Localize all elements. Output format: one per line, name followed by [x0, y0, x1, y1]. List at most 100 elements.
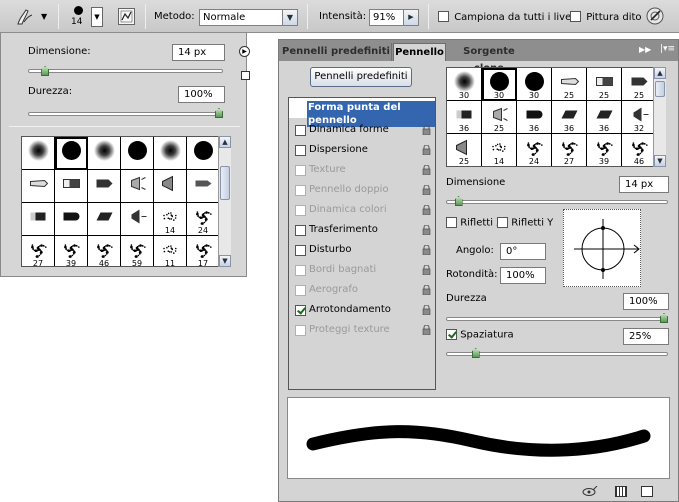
slider-popup-arrow-icon[interactable]: ▶ — [403, 10, 418, 25]
intensita-field[interactable]: 91% ▶ — [369, 9, 419, 26]
brush-option-checkbox[interactable] — [295, 125, 306, 136]
panel-brush-cell[interactable]: 39 — [587, 134, 622, 166]
pittura-dito-checkbox[interactable]: Pittura dito — [570, 11, 642, 23]
panel-brush-cell[interactable]: 25 — [587, 68, 622, 101]
panel-brush-cell[interactable]: 24 — [517, 134, 552, 166]
chevron-down-icon[interactable]: ▼ — [282, 10, 297, 25]
scroll-thumb[interactable] — [655, 81, 665, 97]
spaziatura-checkbox[interactable]: Spaziatura — [446, 329, 514, 342]
picker-dimensione-field[interactable]: 14 px — [172, 44, 225, 61]
new-preset-icon[interactable] — [241, 71, 250, 80]
panel-brush-cell[interactable]: 36 — [517, 101, 552, 134]
picker-dimensione-slider-thumb[interactable] — [41, 66, 50, 76]
new-brush-icon[interactable] — [641, 486, 653, 497]
pittura-dito-check-box[interactable] — [570, 11, 581, 22]
picker-brush-cell[interactable] — [55, 170, 88, 203]
lock-icon[interactable] — [422, 205, 431, 215]
durezza-field[interactable]: 100% — [623, 293, 669, 310]
brush-option-checkbox[interactable] — [295, 225, 306, 236]
rifletti-y-check-box[interactable] — [497, 217, 508, 228]
panel-brush-cell[interactable]: 36 — [552, 101, 587, 134]
picker-brush-cell[interactable] — [22, 170, 55, 203]
brush-option-item[interactable]: Dinamica forme — [289, 120, 435, 140]
scroll-down-icon[interactable]: ▼ — [654, 155, 666, 167]
angle-roundness-widget[interactable] — [563, 209, 641, 287]
lock-icon[interactable] — [422, 325, 431, 335]
picker-brush-cell[interactable]: 46 — [88, 236, 121, 266]
brush-option-checkbox[interactable] — [295, 205, 306, 216]
picker-menu-button[interactable]: ▶ — [239, 46, 250, 57]
rifletti-y-checkbox[interactable]: Rifletti Y — [497, 217, 553, 230]
brush-option-checkbox[interactable] — [295, 165, 306, 176]
picker-brush-cell[interactable] — [187, 170, 218, 203]
smudge-tool-icon[interactable] — [14, 7, 36, 27]
tool-preset-dropdown-icon[interactable]: ▼ — [41, 12, 47, 21]
brush-option-checkbox[interactable] — [295, 185, 306, 196]
brush-option-checkbox[interactable] — [295, 325, 306, 336]
scroll-up-icon[interactable]: ▲ — [219, 136, 231, 148]
panel-brush-cell[interactable]: 30 — [447, 68, 482, 101]
brush-option-item[interactable]: Aerografo — [289, 280, 435, 300]
picker-dimensione-slider[interactable] — [28, 69, 223, 73]
picker-brush-cell[interactable] — [22, 137, 55, 170]
brush-option-checkbox[interactable] — [295, 145, 306, 156]
panel-brush-cell[interactable]: 30 — [482, 68, 517, 101]
lock-icon[interactable] — [422, 165, 431, 175]
scroll-up-icon[interactable]: ▲ — [654, 67, 666, 79]
scroll-down-icon[interactable]: ▼ — [219, 255, 231, 267]
collapse-panel-icon[interactable]: ▶▶ — [639, 45, 651, 54]
picker-durezza-field[interactable]: 100% — [178, 86, 225, 103]
lock-icon[interactable] — [422, 265, 431, 275]
durezza-slider[interactable] — [446, 317, 668, 321]
brush-option-item[interactable]: Texture — [289, 160, 435, 180]
panel-brush-cell[interactable]: 25 — [622, 68, 653, 101]
campiona-checkbox[interactable]: Campiona da tutti i livelli — [438, 11, 580, 23]
picker-brush-cell[interactable] — [121, 203, 154, 236]
panel-brush-cell[interactable]: 14 — [482, 134, 517, 166]
lock-icon[interactable] — [422, 185, 431, 195]
picker-brush-cell[interactable] — [187, 137, 218, 170]
brush-option-item[interactable]: Arrotondamento — [289, 300, 435, 320]
picker-brush-cell[interactable] — [88, 170, 121, 203]
pressure-icon[interactable] — [645, 6, 665, 26]
picker-brush-cell[interactable] — [88, 137, 121, 170]
brush-tip-scrollbar[interactable]: ▲ ▼ — [653, 67, 666, 167]
dimensione-field[interactable]: 14 px — [619, 176, 669, 193]
rotondita-field[interactable]: 100% — [500, 267, 546, 284]
spaziatura-field[interactable]: 25% — [623, 328, 669, 345]
scroll-thumb[interactable] — [220, 166, 230, 200]
dimensione-slider[interactable] — [446, 200, 668, 204]
picker-brush-cell[interactable]: 17 — [187, 236, 218, 266]
picker-brush-cell[interactable]: 27 — [22, 236, 55, 266]
picker-brush-cell[interactable] — [55, 137, 88, 170]
brush-option-item[interactable]: Dispersione — [289, 140, 435, 160]
tab-sorgente-clone[interactable]: Sorgente clone — [447, 43, 531, 74]
pennelli-predefiniti-button[interactable]: Pennelli predefiniti — [310, 67, 412, 87]
brush-option-item[interactable]: Bordi bagnati — [289, 260, 435, 280]
panel-brush-cell[interactable]: 32 — [622, 101, 653, 134]
campiona-check-box[interactable] — [438, 11, 449, 22]
picker-brush-cell[interactable] — [121, 170, 154, 203]
dimensione-slider-thumb[interactable] — [454, 196, 463, 206]
angolo-field[interactable]: 0° — [500, 243, 546, 260]
brush-option-checkbox[interactable] — [295, 305, 306, 316]
lock-icon[interactable] — [422, 225, 431, 235]
picker-brush-cell[interactable]: 59 — [121, 236, 154, 266]
panel-brush-cell[interactable]: 30 — [517, 68, 552, 101]
picker-brush-cell[interactable] — [88, 203, 121, 236]
picker-brush-cell[interactable]: 39 — [55, 236, 88, 266]
lock-icon[interactable] — [422, 145, 431, 155]
picker-brush-cell[interactable] — [154, 170, 187, 203]
brush-option-checkbox[interactable] — [295, 265, 306, 276]
panel-brush-cell[interactable]: 46 — [622, 134, 653, 166]
brush-option-item[interactable]: Trasferimento — [289, 220, 435, 240]
rifletti-x-check-box[interactable] — [446, 217, 457, 228]
brush-option-item[interactable]: Forma punta del pennello — [289, 98, 435, 127]
tab-pennello[interactable]: Pennello — [393, 43, 446, 61]
brush-option-item[interactable]: Disturbo — [289, 240, 435, 260]
panel-brush-cell[interactable]: 25 — [482, 101, 517, 134]
picker-brush-cell[interactable] — [121, 137, 154, 170]
picker-brush-cell[interactable]: 24 — [187, 203, 218, 236]
lock-icon[interactable] — [422, 245, 431, 255]
brush-option-item[interactable]: Dinamica colori — [289, 200, 435, 220]
